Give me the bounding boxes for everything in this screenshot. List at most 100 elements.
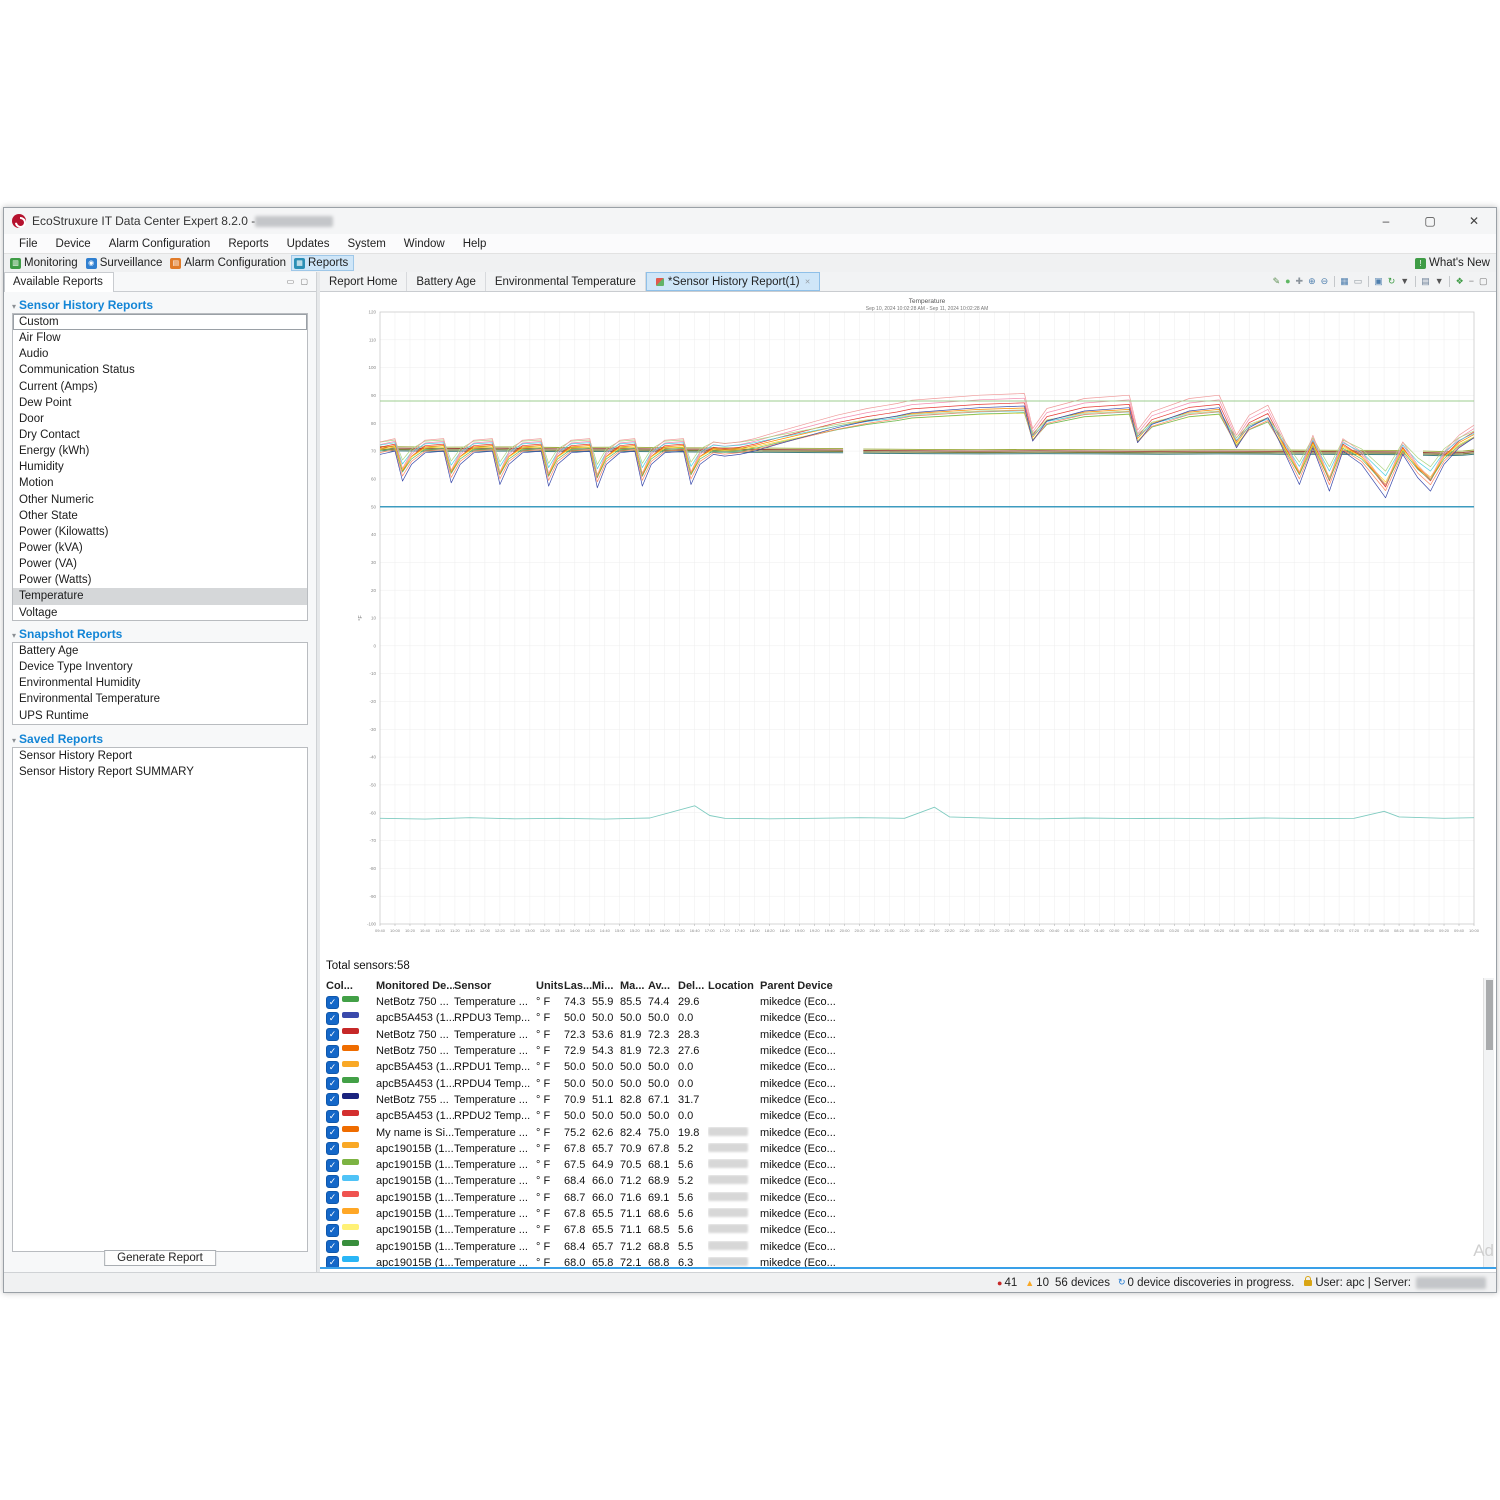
table-row[interactable]: ✓apc19015B (1...Temperature ...° F67.865… (320, 1206, 1496, 1222)
critical-alarms-icon[interactable]: ● (997, 1278, 1002, 1288)
perspective-reports[interactable]: ▦Reports (292, 256, 353, 270)
table-row[interactable]: ✓NetBotz 750 ...Temperature ...° F72.353… (320, 1027, 1496, 1043)
report-item-temperature[interactable]: Temperature (13, 588, 307, 604)
table-row[interactable]: ✓apc19015B (1...Temperature ...° F67.564… (320, 1157, 1496, 1173)
dropdown-caret-icon[interactable]: ▼ (1435, 277, 1444, 286)
table-row[interactable]: ✓NetBotz 755 ...Temperature ...° F70.951… (320, 1092, 1496, 1108)
whats-new-link[interactable]: ! What's New (1415, 257, 1496, 269)
table-row[interactable]: ✓apc19015B (1...Temperature ...° F68.465… (320, 1238, 1496, 1254)
report-item-audio[interactable]: Audio (13, 346, 307, 362)
table-row[interactable]: ✓apcB5A453 (1...RPDU2 Temp...° F50.050.0… (320, 1108, 1496, 1124)
col-monitoredde[interactable]: Monitored De... (376, 980, 454, 992)
table-row[interactable]: ✓apc19015B (1...Temperature ...° F68.766… (320, 1190, 1496, 1206)
report-item-other-state[interactable]: Other State (13, 508, 307, 524)
report-item-sensor-history-report[interactable]: Sensor History Report (13, 748, 307, 764)
section-sensor-history-reports[interactable]: ▾Sensor History Reports (12, 298, 153, 312)
close-button[interactable]: ✕ (1452, 208, 1496, 234)
row-checkbox[interactable]: ✓ (326, 1208, 339, 1221)
warning-alarms-icon[interactable]: ▲ (1025, 1278, 1034, 1288)
report-item-power-kilowatts-[interactable]: Power (Kilowatts) (13, 524, 307, 540)
col-col[interactable]: Col... (326, 980, 376, 992)
col-parentdevice[interactable]: Parent Device (760, 980, 872, 992)
report-item-other-numeric[interactable]: Other Numeric (13, 492, 307, 508)
col-location[interactable]: Location (708, 980, 760, 992)
zoom-out-icon[interactable]: ⊖ (1321, 277, 1329, 286)
row-checkbox[interactable]: ✓ (326, 1012, 339, 1025)
panel-max-icon[interactable]: ▢ (1479, 277, 1488, 286)
menu-alarm-configuration[interactable]: Alarm Configuration (100, 236, 220, 252)
section-snapshot-reports[interactable]: ▾Snapshot Reports (12, 627, 122, 641)
menu-file[interactable]: File (10, 236, 47, 252)
save-icon[interactable]: ▤ (1421, 277, 1430, 286)
warning-alarms-count[interactable]: 10 (1036, 1277, 1049, 1289)
report-item-air-flow[interactable]: Air Flow (13, 330, 307, 346)
perspective-alarm-configuration[interactable]: ▤Alarm Configuration (168, 256, 291, 270)
menu-system[interactable]: System (338, 236, 394, 252)
tab-battery-age[interactable]: Battery Age (407, 272, 485, 291)
perspective-monitoring[interactable]: ▥Monitoring (8, 256, 83, 270)
tab-environmental-temperature[interactable]: Environmental Temperature (486, 272, 646, 291)
row-checkbox[interactable]: ✓ (326, 1175, 339, 1188)
table-row[interactable]: ✓NetBotz 750 ...Temperature ...° F72.954… (320, 1043, 1496, 1059)
table-row[interactable]: ✓My name is Si...Temperature ...° F75.26… (320, 1124, 1496, 1140)
row-checkbox[interactable]: ✓ (326, 1045, 339, 1058)
col-mi[interactable]: Mi... (592, 980, 620, 992)
row-checkbox[interactable]: ✓ (326, 1077, 339, 1090)
report-item-power-va-[interactable]: Power (VA) (13, 556, 307, 572)
report-item-current-amps-[interactable]: Current (Amps) (13, 379, 307, 395)
zoom-in-icon[interactable]: ⊕ (1308, 277, 1316, 286)
report-item-door[interactable]: Door (13, 411, 307, 427)
chart-svg[interactable]: TemperatureSep 10, 2024 10:02:28 AM - Se… (334, 294, 1494, 954)
table-row[interactable]: ✓apc19015B (1...Temperature ...° F68.466… (320, 1173, 1496, 1189)
table-scrollbar[interactable] (1483, 978, 1494, 1269)
report-item-communication-status[interactable]: Communication Status (13, 362, 307, 378)
refresh-icon[interactable]: ↻ (1388, 277, 1396, 286)
menu-device[interactable]: Device (47, 236, 100, 252)
menu-updates[interactable]: Updates (278, 236, 339, 252)
devices-count[interactable]: 56 devices (1055, 1277, 1110, 1289)
col-units[interactable]: Units (536, 980, 564, 992)
report-item-custom[interactable]: Custom (13, 314, 307, 330)
row-checkbox[interactable]: ✓ (326, 1028, 339, 1041)
row-checkbox[interactable]: ✓ (326, 1142, 339, 1155)
row-checkbox[interactable]: ✓ (326, 1110, 339, 1123)
table-header[interactable]: Col...Monitored De...SensorUnitsLas...Mi… (320, 978, 1496, 994)
row-checkbox[interactable]: ✓ (326, 996, 339, 1009)
tab-report-home[interactable]: Report Home (320, 272, 407, 291)
report-item-power-watts-[interactable]: Power (Watts) (13, 572, 307, 588)
export-image-icon[interactable]: ▣ (1374, 277, 1383, 286)
report-item-environmental-temperature[interactable]: Environmental Temperature (13, 691, 307, 707)
row-checkbox[interactable]: ✓ (326, 1061, 339, 1074)
col-sensor[interactable]: Sensor (454, 980, 536, 992)
dropdown-caret-icon[interactable]: ▼ (1400, 277, 1409, 286)
report-item-environmental-humidity[interactable]: Environmental Humidity (13, 675, 307, 691)
report-item-motion[interactable]: Motion (13, 475, 307, 491)
table-row[interactable]: ✓NetBotz 750 ...Temperature ...° F74.355… (320, 994, 1496, 1010)
help-chat-icon[interactable]: ❖ (1456, 277, 1464, 286)
col-del[interactable]: Del... (678, 980, 708, 992)
row-checkbox[interactable]: ✓ (326, 1191, 339, 1204)
report-item-device-type-inventory[interactable]: Device Type Inventory (13, 659, 307, 675)
menu-help[interactable]: Help (454, 236, 496, 252)
scrollbar-thumb[interactable] (1486, 980, 1493, 1050)
report-item-dew-point[interactable]: Dew Point (13, 395, 307, 411)
section-saved-reports[interactable]: ▾Saved Reports (12, 732, 103, 746)
tab--sensor-history-report-1-[interactable]: *Sensor History Report(1)✕ (646, 272, 821, 291)
perspective-surveillance[interactable]: ◉Surveillance (84, 256, 168, 270)
maximize-button[interactable]: ▢ (1408, 208, 1452, 234)
critical-alarms-count[interactable]: 41 (1004, 1277, 1017, 1289)
row-checkbox[interactable]: ✓ (326, 1093, 339, 1106)
report-item-battery-age[interactable]: Battery Age (13, 643, 307, 659)
col-ma[interactable]: Ma... (620, 980, 648, 992)
table-row[interactable]: ✓apc19015B (1...Temperature ...° F67.865… (320, 1141, 1496, 1157)
menu-reports[interactable]: Reports (219, 236, 277, 252)
report-item-humidity[interactable]: Humidity (13, 459, 307, 475)
row-checkbox[interactable]: ✓ (326, 1159, 339, 1172)
edit-icon[interactable]: ✎ (1273, 277, 1281, 286)
table-row[interactable]: ✓apcB5A453 (1...RPDU1 Temp...° F50.050.0… (320, 1059, 1496, 1075)
table-view-icon[interactable]: ▦ (1340, 277, 1349, 286)
generate-report-button[interactable]: Generate Report (104, 1250, 216, 1266)
window-view-icon[interactable]: ▭ (1354, 277, 1363, 286)
report-item-voltage[interactable]: Voltage (13, 605, 307, 621)
table-row[interactable]: ✓apc19015B (1...Temperature ...° F67.865… (320, 1222, 1496, 1238)
